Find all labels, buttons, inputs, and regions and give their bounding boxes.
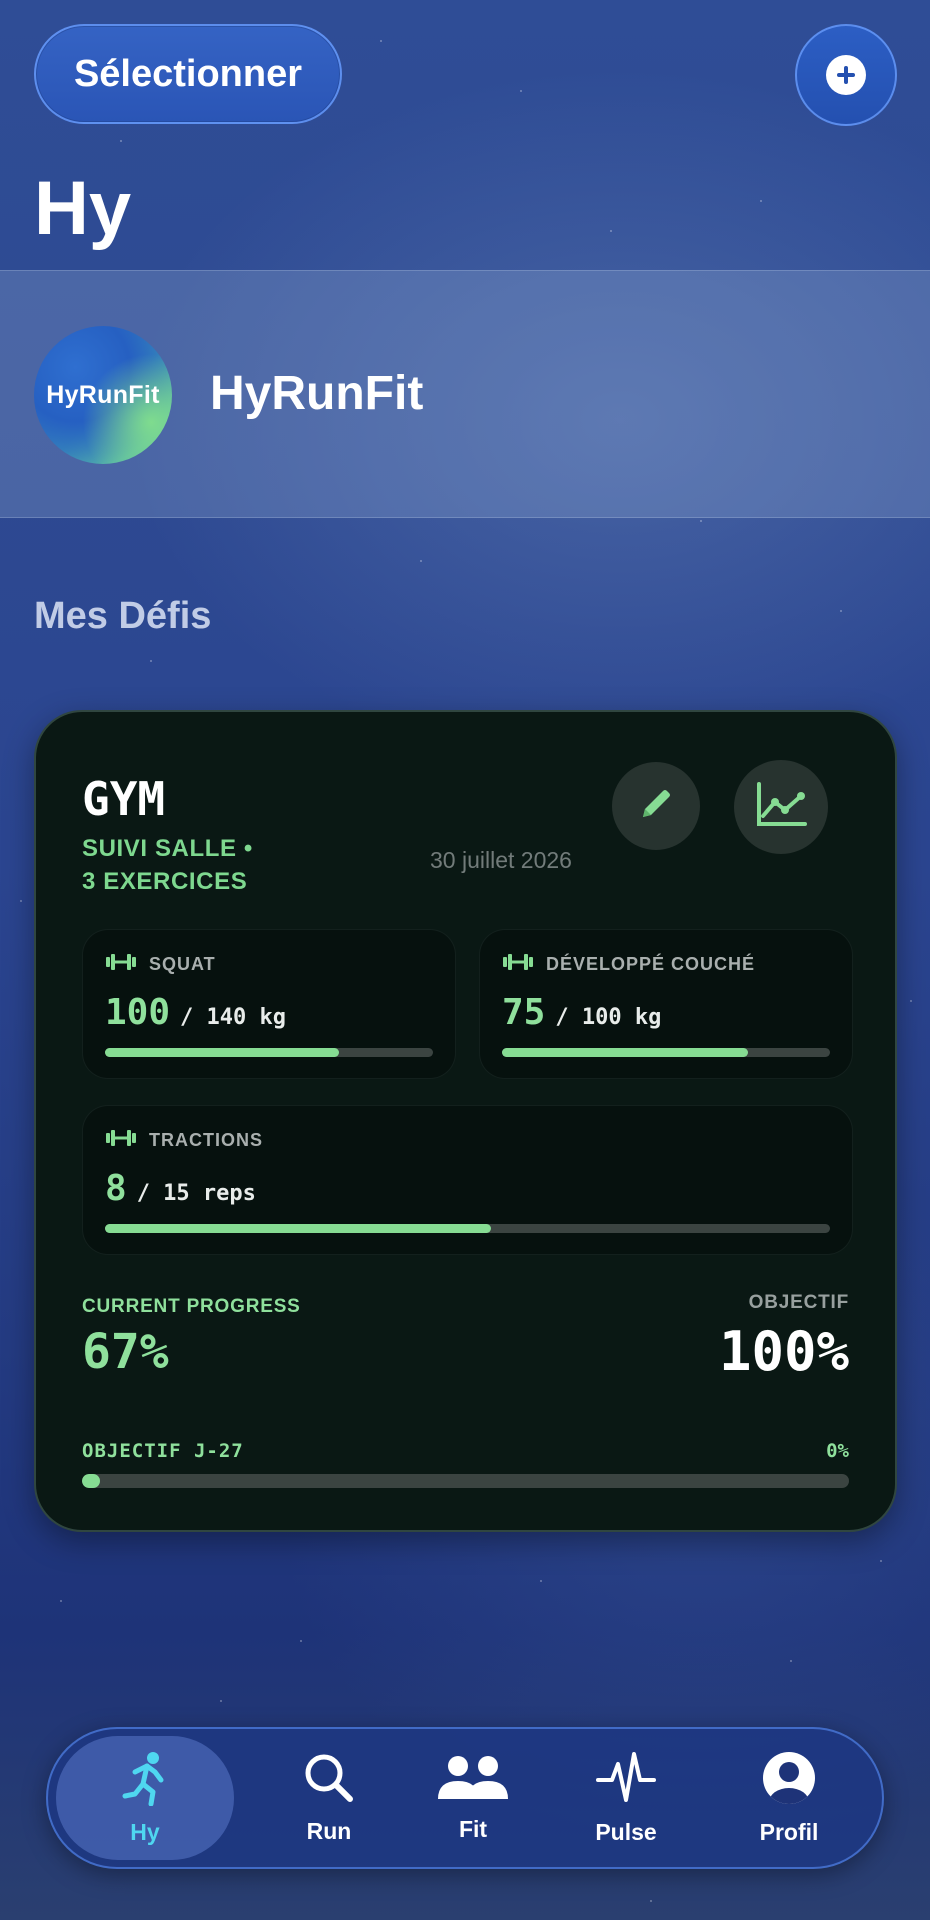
exercise-current-value: 100: [105, 992, 171, 1033]
current-progress-label: CURRENT PROGRESS: [82, 1296, 301, 1317]
exercise-card-pull-ups[interactable]: TRACTIONS 8 / 15 reps: [82, 1105, 853, 1255]
select-button[interactable]: Sélectionner: [34, 24, 342, 124]
search-icon: [302, 1751, 356, 1810]
profile-icon: [761, 1750, 817, 1811]
pencil-icon: [634, 782, 678, 831]
tab-hy[interactable]: Hy: [56, 1736, 234, 1860]
exercise-card-bench-press[interactable]: DÉVELOPPÉ COUCHÉ 75 / 100 kg: [479, 929, 853, 1079]
plus-circle-icon: [826, 55, 866, 95]
deadline-percent: 0%: [826, 1440, 849, 1462]
current-progress-value: 67%: [82, 1324, 169, 1380]
exercise-goal-value: / 140 kg: [180, 1005, 286, 1030]
dumbbell-icon: [105, 952, 137, 977]
objective-label: OBJECTIF: [748, 1292, 849, 1313]
edit-button[interactable]: [612, 762, 700, 850]
challenge-card[interactable]: GYM SUIVI SALLE • 3 EXERCICES 30 juillet…: [34, 710, 897, 1532]
group-name: HyRunFit: [210, 367, 424, 420]
add-button[interactable]: [795, 24, 897, 126]
section-title: Mes Défis: [34, 595, 212, 637]
tab-label: Profil: [759, 1819, 819, 1845]
tab-profil[interactable]: Profil: [700, 1736, 878, 1860]
group-avatar: HyRunFit: [34, 326, 172, 464]
exercise-progress-fill: [502, 1048, 748, 1057]
exercise-progress-bar: [105, 1224, 830, 1233]
exercise-name: TRACTIONS: [149, 1130, 263, 1150]
page-title: Hy: [34, 166, 132, 251]
tab-bar: Hy Run Fit Pulse Profil: [46, 1727, 884, 1869]
heartbeat-icon: [596, 1750, 656, 1811]
dumbbell-icon: [502, 952, 534, 977]
challenge-subtitle-line2: 3 EXERCICES: [82, 868, 248, 895]
deadline-label: OBJECTIF J-27: [82, 1440, 244, 1462]
exercise-card-squat[interactable]: SQUAT 100 / 140 kg: [82, 929, 456, 1079]
dumbbell-icon: [105, 1128, 137, 1153]
deadline-progress-bar: [82, 1474, 849, 1488]
objective-value: 100%: [718, 1320, 849, 1383]
exercise-current-value: 8: [105, 1168, 127, 1209]
exercise-progress-fill: [105, 1224, 492, 1233]
tab-label: Run: [306, 1818, 352, 1844]
running-person-icon: [121, 1750, 169, 1811]
challenge-date: 30 juillet 2026: [430, 847, 572, 873]
deadline-progress-fill: [82, 1474, 100, 1488]
exercise-name: SQUAT: [149, 954, 216, 974]
stats-button[interactable]: [734, 760, 828, 854]
tab-pulse[interactable]: Pulse: [537, 1736, 715, 1860]
exercise-progress-bar: [502, 1048, 830, 1057]
exercise-progress-bar: [105, 1048, 433, 1057]
challenge-subtitle: SUIVI SALLE • 3 EXERCICES: [82, 832, 382, 898]
exercise-goal-value: / 15 reps: [136, 1181, 256, 1206]
challenge-subtitle-line1: SUIVI SALLE •: [82, 835, 253, 862]
exercise-current-value: 75: [502, 992, 546, 1033]
group-row[interactable]: HyRunFit HyRunFit: [0, 270, 930, 518]
exercise-name: DÉVELOPPÉ COUCHÉ: [546, 954, 756, 974]
exercise-goal-value: / 100 kg: [555, 1005, 662, 1030]
tab-label: Pulse: [595, 1819, 657, 1845]
tab-label: Hy: [130, 1819, 160, 1845]
challenge-title: GYM: [82, 772, 166, 826]
line-chart-icon: [753, 780, 809, 835]
tab-label: Fit: [458, 1816, 488, 1842]
exercise-progress-fill: [105, 1048, 340, 1057]
people-icon: [436, 1753, 510, 1808]
